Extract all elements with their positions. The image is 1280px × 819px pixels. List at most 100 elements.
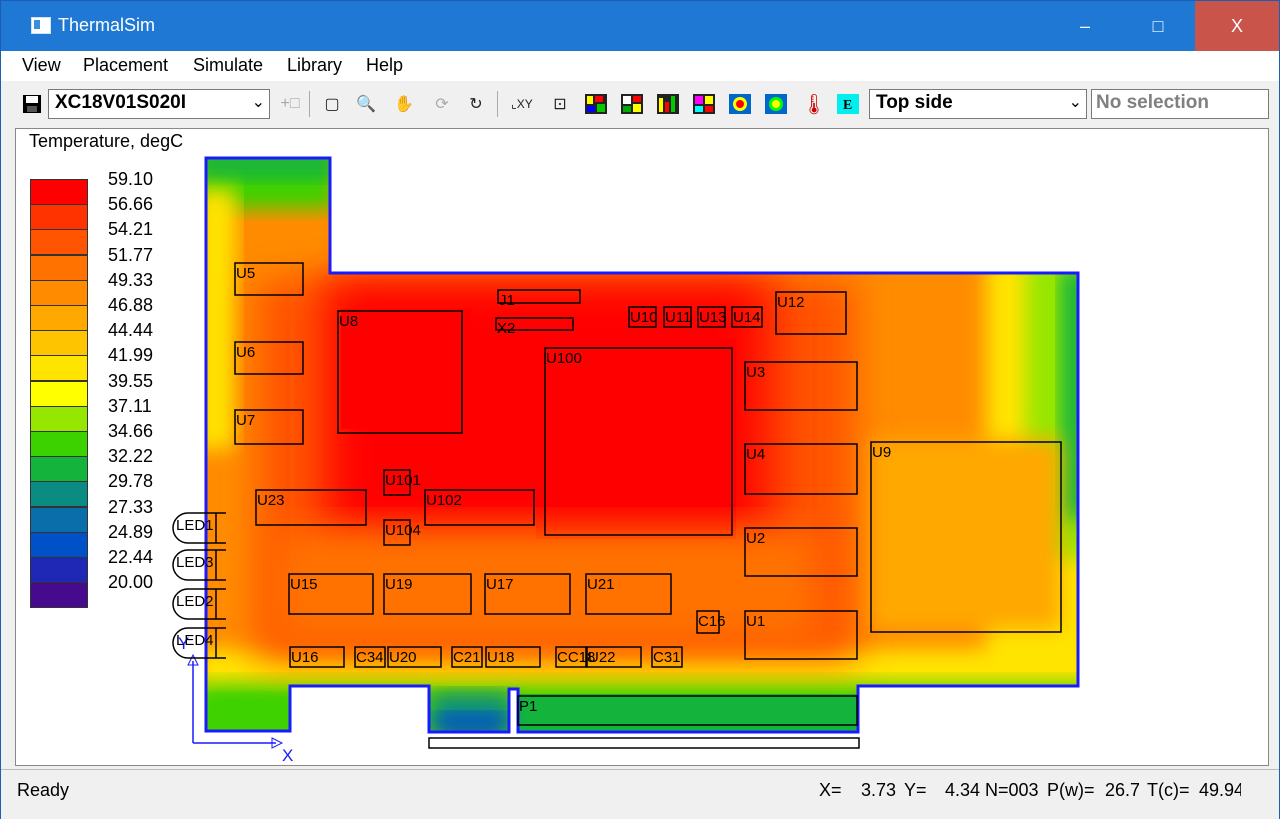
resistance-map-icon[interactable] bbox=[619, 91, 645, 117]
part-combo-value: XC18V01S020I bbox=[55, 92, 186, 113]
axis-x-label: X bbox=[282, 746, 293, 765]
component-c21[interactable]: C21 bbox=[451, 646, 483, 668]
xy-origin-icon[interactable]: ⌞XY bbox=[509, 91, 535, 117]
component-c34[interactable]: C34 bbox=[354, 646, 386, 668]
component-label: U17 bbox=[486, 576, 514, 593]
component-u11[interactable]: U11 bbox=[663, 306, 692, 328]
status-x-value: 3.73 bbox=[861, 780, 897, 800]
component-c31[interactable]: C31 bbox=[651, 646, 683, 668]
component-label: C21 bbox=[453, 649, 481, 666]
status-bar: Ready X= 3.73 Y= 4.34 N=003 P(w)= 26.7 T… bbox=[1, 769, 1279, 819]
status-x-label: X= bbox=[819, 780, 842, 800]
chevron-down-icon: ⌄ bbox=[251, 94, 265, 111]
board-svg: X Y U5U6U7U8J1X2U10 U11 U13 U14U12U3U100U4 U… bbox=[172, 156, 1080, 765]
status-t-value: 49.94 bbox=[1199, 780, 1241, 800]
part-combo[interactable]: XC18V01S020I ⌄ bbox=[48, 89, 270, 119]
menu-placement[interactable]: Placement bbox=[83, 55, 168, 76]
component-label: C34 bbox=[356, 649, 384, 666]
component-label: U8 bbox=[339, 313, 358, 330]
thermal-3d-alt-icon[interactable] bbox=[763, 91, 789, 117]
component-label: U104 bbox=[385, 522, 421, 539]
save-icon[interactable] bbox=[19, 91, 45, 117]
component-label: U23 bbox=[257, 492, 285, 509]
status-n-label: N=003 bbox=[985, 780, 1039, 800]
select-rect-icon[interactable]: ▢ bbox=[319, 91, 345, 117]
component-label: LED1 bbox=[176, 517, 214, 534]
component-label: U16 bbox=[291, 649, 319, 666]
component-label: P1 bbox=[519, 698, 537, 715]
thermal-3d-icon[interactable] bbox=[727, 91, 753, 117]
status-text: Ready bbox=[17, 780, 70, 800]
component-label: U11 bbox=[665, 309, 691, 326]
edge-connector bbox=[428, 737, 860, 749]
component-label: U12 bbox=[777, 294, 805, 311]
component-label: U9 bbox=[872, 444, 891, 461]
menu-library[interactable]: Library bbox=[287, 55, 342, 76]
component-label: U15 bbox=[290, 576, 318, 593]
minimize-icon: – bbox=[1079, 15, 1090, 36]
add-part-icon[interactable]: +□ bbox=[277, 91, 303, 117]
component-label: LED2 bbox=[176, 593, 214, 610]
status-p-label: P(w)= bbox=[1047, 780, 1095, 800]
minimize-button[interactable]: – bbox=[1049, 1, 1121, 51]
maximize-button[interactable]: □ bbox=[1122, 1, 1194, 51]
component-u14[interactable]: U14 bbox=[731, 306, 763, 328]
status-p-value: 26.7 bbox=[1105, 780, 1139, 800]
maximize-icon: □ bbox=[1152, 15, 1164, 36]
color-map-icon[interactable] bbox=[691, 91, 717, 117]
component-label: U5 bbox=[236, 265, 255, 282]
status-y-label: Y= bbox=[904, 780, 927, 800]
component-label: U4 bbox=[746, 446, 765, 463]
power-map-icon[interactable] bbox=[583, 91, 609, 117]
grid-icon[interactable]: ⊡ bbox=[547, 91, 573, 117]
temperature-map-icon[interactable] bbox=[655, 91, 681, 117]
app-window: ThermalSim – □ X View Placement Simulate… bbox=[0, 0, 1280, 819]
status-t-label: T(c)= bbox=[1147, 780, 1190, 800]
component-label: U20 bbox=[389, 649, 417, 666]
component-label: LED3 bbox=[176, 554, 214, 571]
app-icon bbox=[31, 17, 51, 34]
component-label: U10 bbox=[630, 309, 658, 326]
component-label: U101 bbox=[385, 472, 421, 489]
simulation-canvas[interactable]: Temperature, degC 59.10 56.66 54.21 51.77 49… bbox=[15, 128, 1269, 766]
component-label: LED4 bbox=[176, 632, 214, 649]
thermometer-icon[interactable]: 🌡 bbox=[801, 91, 827, 117]
component-label: J1 bbox=[499, 292, 515, 309]
window-title: ThermalSim bbox=[58, 15, 156, 35]
menu-view[interactable]: View bbox=[22, 55, 61, 76]
pan-hand-icon[interactable]: ✋ bbox=[391, 91, 417, 117]
energy-icon[interactable]: E bbox=[835, 91, 861, 117]
component-label: U13 bbox=[699, 309, 727, 326]
rotate-icon[interactable]: ⟳ bbox=[429, 91, 455, 117]
svg-text:E: E bbox=[843, 98, 852, 113]
component-label: U14 bbox=[733, 309, 761, 326]
menu-simulate[interactable]: Simulate bbox=[193, 55, 263, 76]
close-button[interactable]: X bbox=[1195, 1, 1279, 51]
close-icon: X bbox=[1230, 15, 1243, 36]
menu-help[interactable]: Help bbox=[366, 55, 403, 76]
component-label: U21 bbox=[587, 576, 615, 593]
side-combo-value: Top side bbox=[876, 92, 953, 113]
flip-icon[interactable]: ↻ bbox=[463, 91, 489, 117]
component-label: X2 bbox=[497, 320, 515, 337]
chevron-down-icon: ⌄ bbox=[1068, 94, 1082, 111]
component-c16[interactable]: C16 bbox=[696, 610, 726, 634]
component-label: U18 bbox=[487, 649, 515, 666]
toolbar: XC18V01S020I ⌄ +□ ▢ 🔍 ✋ ⟳ ↻ ⌞XY ⊡ 🌡 E To… bbox=[1, 81, 1279, 127]
component-u10[interactable]: U10 bbox=[628, 306, 658, 328]
component-label: U22 bbox=[588, 649, 616, 666]
component-label: U1 bbox=[746, 613, 765, 630]
component-label: U2 bbox=[746, 530, 765, 547]
component-label: U3 bbox=[746, 364, 765, 381]
component-label: C16 bbox=[698, 613, 726, 630]
component-u13[interactable]: U13 bbox=[697, 306, 727, 328]
component-label: U6 bbox=[236, 344, 255, 361]
side-combo[interactable]: Top side ⌄ bbox=[869, 89, 1087, 119]
component-label: U100 bbox=[546, 350, 582, 367]
component-label: U7 bbox=[236, 412, 255, 429]
component-label: C31 bbox=[653, 649, 681, 666]
zoom-icon[interactable]: 🔍 bbox=[353, 91, 379, 117]
selection-field: No selection bbox=[1091, 89, 1269, 119]
title-bar[interactable]: ThermalSim – □ X bbox=[1, 1, 1279, 51]
status-y-value: 4.34 bbox=[945, 780, 981, 800]
